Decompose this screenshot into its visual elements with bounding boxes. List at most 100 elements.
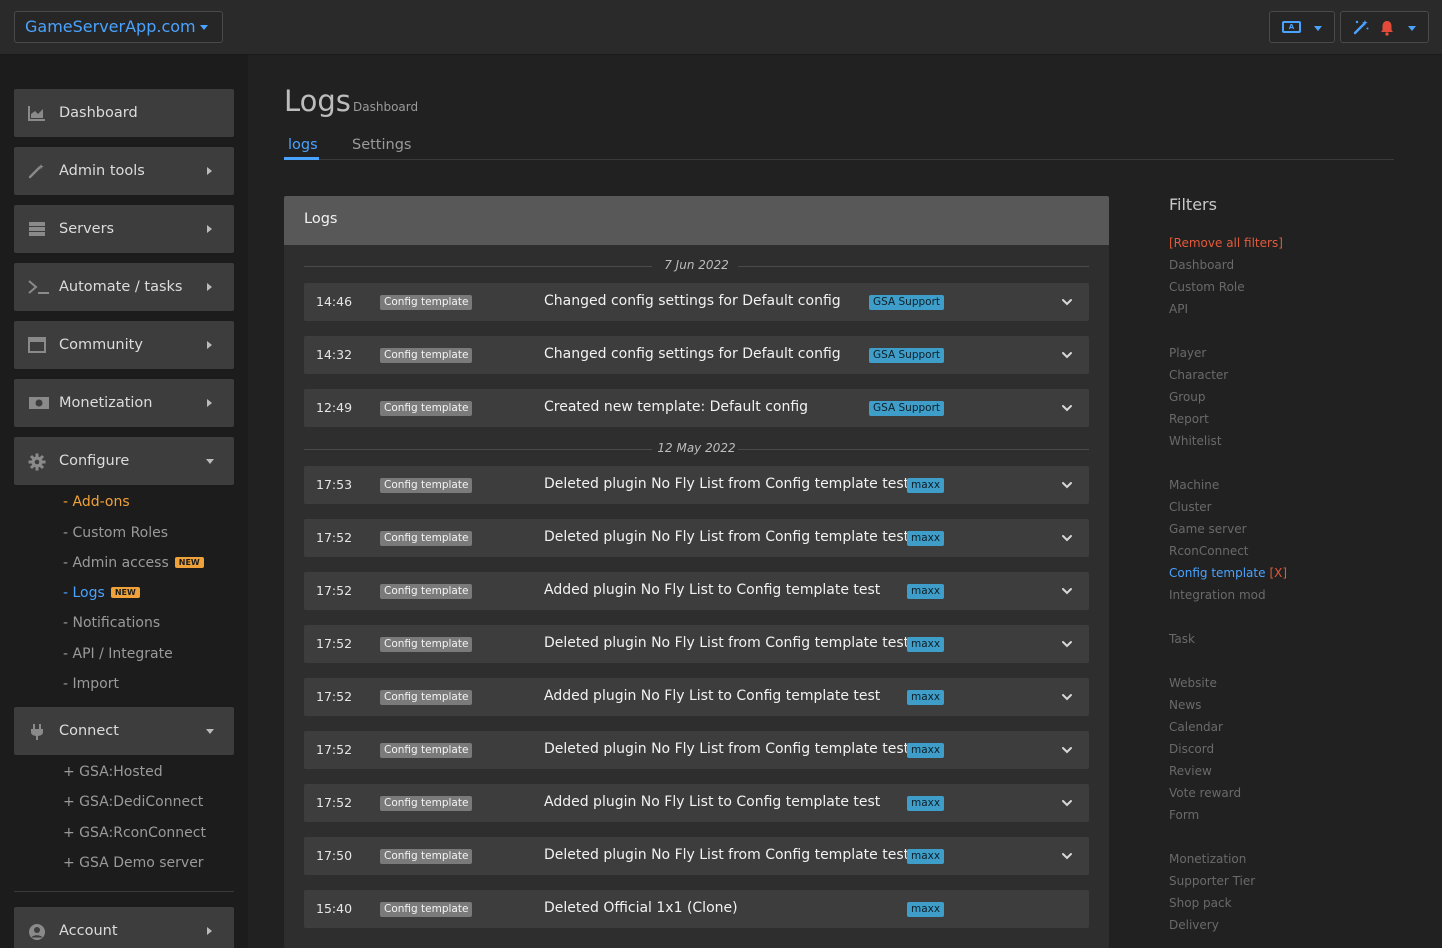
remove-filter-button[interactable]: [X] [1270,566,1288,580]
filter-api[interactable]: API [1169,302,1188,316]
sidebar-item-admin-tools[interactable]: Admin tools [14,147,234,195]
filter-config-template[interactable]: Config template [X] [1169,566,1287,580]
filter-character[interactable]: Character [1169,368,1228,382]
filter-news[interactable]: News [1169,698,1201,712]
sidebar-item-community[interactable]: Community [14,321,234,369]
tab-settings[interactable]: Settings [352,137,411,153]
chevron-down-icon[interactable] [1060,795,1074,809]
filter-label: Review [1169,764,1212,778]
filter-label: Dashboard [1169,258,1235,272]
bell-icon [1380,20,1394,36]
sidebar-item-connect[interactable]: Connect [14,707,234,755]
filter-review[interactable]: Review [1169,764,1212,778]
filter-supporter-tier[interactable]: Supporter Tier [1169,874,1255,888]
filter-label: Monetization [1169,852,1247,866]
log-row[interactable]: 17:53 Config template Deleted plugin No Fl… [304,466,1089,504]
filter-label: Machine [1169,478,1220,492]
remove-all-filters-link[interactable]: [Remove all filters] [1169,236,1283,250]
chevron-down-icon[interactable] [1060,689,1074,703]
sidebar-sub-api-integrate[interactable]: - API / Integrate [63,646,173,662]
log-row[interactable]: 17:52 Config template Deleted plugin No Fl… [304,731,1089,769]
log-time: 17:52 [316,530,353,545]
chevron-down-icon[interactable] [1060,636,1074,650]
filter-website[interactable]: Website [1169,676,1217,690]
log-message: Added plugin No Fly List to Config templ… [544,582,881,598]
filter-label: Game server [1169,522,1247,536]
sidebar-item-monetization[interactable]: Monetization [14,379,234,427]
chevron-right-icon [207,399,212,407]
filter-game-server[interactable]: Game server [1169,522,1247,536]
log-row[interactable]: 15:40 Config template Deleted Official 1x1… [304,890,1089,928]
date-label: 7 Jun 2022 [664,258,729,272]
chevron-down-icon [1314,26,1322,31]
chevron-down-icon[interactable] [1060,583,1074,597]
log-time: 14:46 [316,294,353,309]
filter-calendar[interactable]: Calendar [1169,720,1223,734]
chevron-down-icon[interactable] [1060,347,1074,361]
sidebar-item-account[interactable]: Account [14,907,234,948]
filter-custom-role[interactable]: Custom Role [1169,280,1245,294]
log-row[interactable]: 17:52 Config template Deleted plugin No Fl… [304,519,1089,557]
filter-label: Form [1169,808,1200,822]
brand-label: GameServerApp.com [25,17,196,36]
sidebar-sub-custom-roles[interactable]: - Custom Roles [63,525,168,541]
sidebar-sub-gsa-dediconnect[interactable]: + GSA:DediConnect [63,794,203,810]
filter-monetization[interactable]: Monetization [1169,852,1246,866]
filter-whitelist[interactable]: Whitelist [1169,434,1222,448]
filter-shop-pack[interactable]: Shop pack [1169,896,1232,910]
brand-switcher[interactable]: GameServerApp.com [14,11,223,43]
filter-player[interactable]: Player [1169,346,1206,360]
log-row[interactable]: 17:52 Config template Deleted plugin No Fl… [304,625,1089,663]
log-time: 17:50 [316,848,353,863]
sidebar-sub-admin-access[interactable]: - Admin access NEW [63,555,204,571]
log-user-badge: maxx [907,690,945,705]
chevron-down-icon[interactable] [1060,294,1074,308]
chevron-down-icon[interactable] [1060,477,1074,491]
filter-integration-mod[interactable]: Integration mod [1169,588,1266,602]
chevron-down-icon[interactable] [1060,848,1074,862]
chevron-down-icon[interactable] [1060,530,1074,544]
chevron-down-icon[interactable] [1060,742,1074,756]
log-row[interactable]: 17:52 Config template Added plugin No Fly … [304,678,1089,716]
chevron-down-icon[interactable] [1060,400,1074,414]
log-row[interactable]: 14:32 Config template Changed config setti… [304,336,1089,374]
log-row[interactable]: 17:52 Config template Added plugin No Fly … [304,572,1089,610]
logs-panel: Logs 7 Jun 2022 14:46 Config template Chang… [284,196,1109,948]
filter-task[interactable]: Task [1169,632,1195,646]
sidebar-sub-gsa-rconconnect[interactable]: + GSA:RconConnect [63,825,206,841]
log-time: 17:52 [316,795,353,810]
sidebar-sub-logs[interactable]: - Logs NEW [63,585,140,601]
sidebar-sub-gsa-hosted[interactable]: + GSA:Hosted [63,764,163,780]
filter-machine[interactable]: Machine [1169,478,1219,492]
sidebar-sub-gsa-demo-server[interactable]: + GSA Demo server [63,855,204,871]
log-row[interactable]: 12:49 Config template Created new template… [304,389,1089,427]
sidebar-item-dashboard[interactable]: Dashboard [14,89,234,137]
filter-cluster[interactable]: Cluster [1169,500,1212,514]
filter-report[interactable]: Report [1169,412,1209,426]
log-user-badge: GSA Support [869,401,945,416]
sidebar-item-configure[interactable]: Configure [14,437,234,485]
filter-group[interactable]: Group [1169,390,1206,404]
log-row[interactable]: 17:50 Config template Deleted plugin No Fl… [304,837,1089,875]
sidebar-sub-notifications[interactable]: - Notifications [63,615,160,631]
sidebar-sub-import[interactable]: - Import [63,676,119,692]
log-time: 12:49 [316,400,353,415]
date-separator: 7 Jun 2022 [304,258,1089,274]
filter-vote-reward[interactable]: Vote reward [1169,786,1241,800]
filter-label: Supporter Tier [1169,874,1256,888]
tab-logs[interactable]: logs [288,137,318,153]
sidebar-sub-add-ons[interactable]: - Add-ons [63,494,130,510]
sidebar-item-servers[interactable]: Servers [14,205,234,253]
log-row[interactable]: 14:46 Config template Changed config setti… [304,283,1089,321]
date-separator: 12 May 2022 [304,441,1089,457]
filter-rconconnect[interactable]: RconConnect [1169,544,1249,558]
filter-dashboard[interactable]: Dashboard [1169,258,1234,272]
sidebar-item-automate-tasks[interactable]: Automate / tasks [14,263,234,311]
filter-form[interactable]: Form [1169,808,1199,822]
log-category-badge: Config template [380,584,473,599]
log-row[interactable]: 17:52 Config template Added plugin No Fly … [304,784,1089,822]
tools-notifications-button[interactable] [1340,11,1429,43]
language-button[interactable]: A [1269,11,1335,43]
filter-delivery[interactable]: Delivery [1169,918,1219,932]
filter-discord[interactable]: Discord [1169,742,1214,756]
